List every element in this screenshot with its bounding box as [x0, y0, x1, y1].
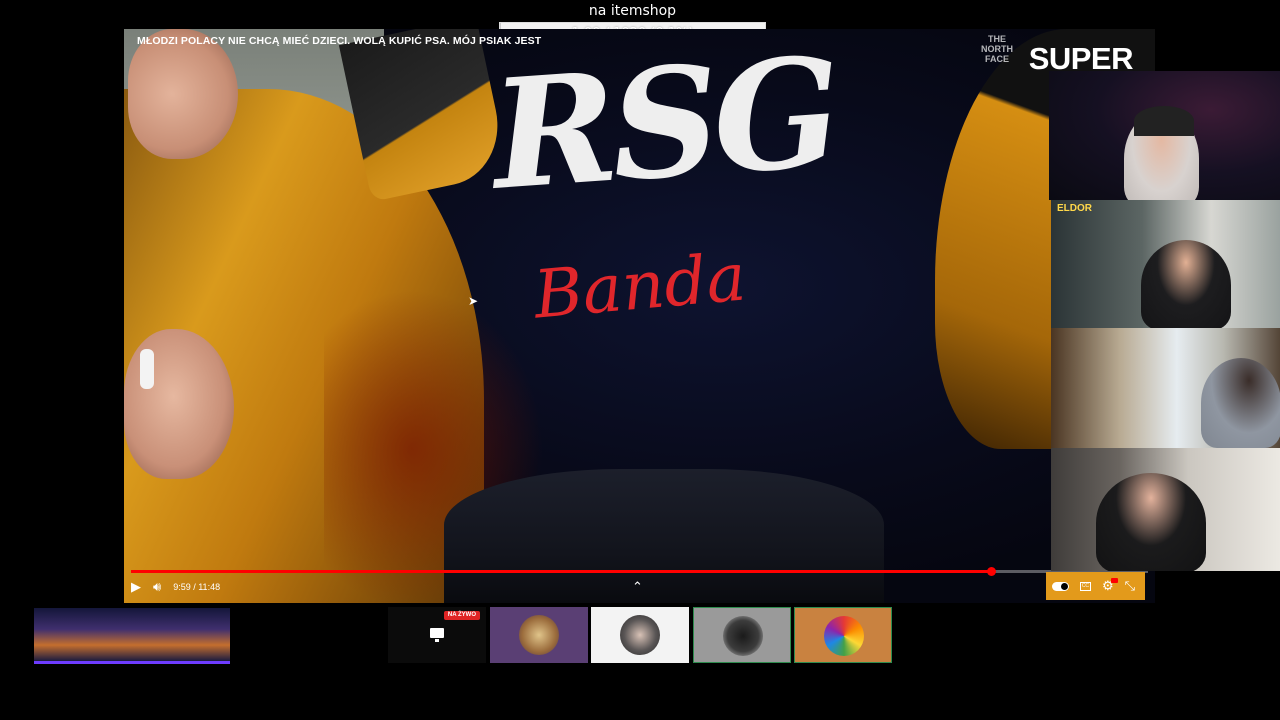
stream-preview-thumbnail[interactable] [34, 608, 230, 664]
webcam-1 [1049, 71, 1280, 200]
news-ticker: MŁODZI POLACY NIE CHCĄ MIEĆ DZIECI. WOLĄ… [137, 35, 542, 47]
screen-share-tile[interactable]: NA ŻYWO [388, 607, 486, 663]
webcam-3 [1051, 328, 1280, 448]
webcam-1-headset [1134, 106, 1194, 136]
shirt-logo-rsg: RSG [486, 29, 842, 224]
webcam-3-person [1201, 358, 1280, 448]
video-player[interactable]: RSG Banda MŁODZI POLACY NIE CHCĄ MIEĆ DZ… [124, 29, 1155, 603]
video-progress-track[interactable] [131, 567, 1148, 576]
webcam-4-person [1096, 473, 1206, 571]
webcam-2-label: ELDOR [1057, 203, 1092, 214]
video-progress-knob[interactable] [987, 567, 997, 576]
player-controls-left: ▶ 🔊︎ 9:59 / 11:48 [131, 579, 220, 595]
participant-tile-1[interactable] [490, 607, 588, 663]
webcam-2-person [1141, 240, 1231, 328]
monitor-icon [430, 628, 444, 642]
participant-tile-2[interactable] [591, 607, 689, 663]
jacket-brand-logo: THE NORTH FACE [981, 34, 1013, 64]
subtitles-icon[interactable]: CC [1079, 581, 1091, 591]
mouse-cursor-icon: ➤ [468, 294, 479, 308]
live-badge: NA ŻYWO [443, 611, 480, 620]
volume-icon[interactable]: 🔊︎ [153, 579, 161, 595]
time-readout: 9:59 / 11:48 [173, 582, 221, 592]
webcam-4 [1051, 448, 1280, 571]
exit-fullscreen-icon[interactable]: ⤡ [1125, 578, 1135, 594]
goal-title: na itemshop [588, 3, 677, 19]
webcam-2: ELDOR [1051, 200, 1280, 328]
video-frame-bag [444, 469, 884, 603]
shirt-logo-banda: Banda [530, 238, 749, 334]
autoplay-toggle-icon[interactable] [1051, 581, 1069, 591]
play-icon[interactable]: ▶ [131, 579, 141, 595]
chevron-up-icon[interactable]: ⌃ [632, 579, 643, 595]
video-progress-fill [131, 570, 992, 573]
player-controls-right: CC ⚙ ⤡ [1045, 572, 1145, 600]
participant-tile-3[interactable] [693, 607, 791, 663]
hd-badge-icon [1110, 578, 1118, 583]
participant-avatar [824, 616, 864, 656]
participant-avatar [519, 615, 559, 655]
participant-avatar [620, 615, 660, 655]
participant-avatar [723, 616, 763, 656]
gear-icon[interactable]: ⚙ [1102, 578, 1118, 592]
participant-tile-4[interactable] [794, 607, 892, 663]
video-frame-pen [140, 349, 154, 389]
video-frame-hand-top [128, 29, 238, 159]
